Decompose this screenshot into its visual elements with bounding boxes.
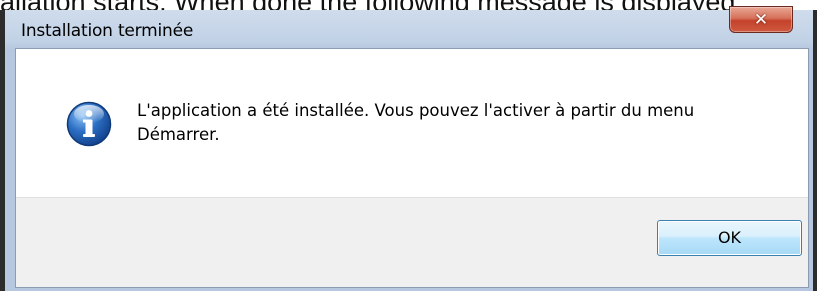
close-icon: ✕ bbox=[753, 10, 769, 30]
dialog-title: Installation terminée bbox=[21, 21, 194, 41]
information-icon bbox=[66, 101, 112, 147]
ok-button[interactable]: OK bbox=[657, 220, 802, 256]
dialog-message: L'application a été installée. Vous pouv… bbox=[137, 101, 695, 144]
titlebar: Installation terminée ✕ bbox=[5, 6, 813, 48]
close-button[interactable]: ✕ bbox=[729, 6, 793, 33]
dialog-content: L'application a été installée. Vous pouv… bbox=[15, 48, 809, 288]
dialog-footer: OK bbox=[16, 197, 808, 287]
dialog-window: Installation terminée ✕ L'application a … bbox=[0, 6, 817, 291]
